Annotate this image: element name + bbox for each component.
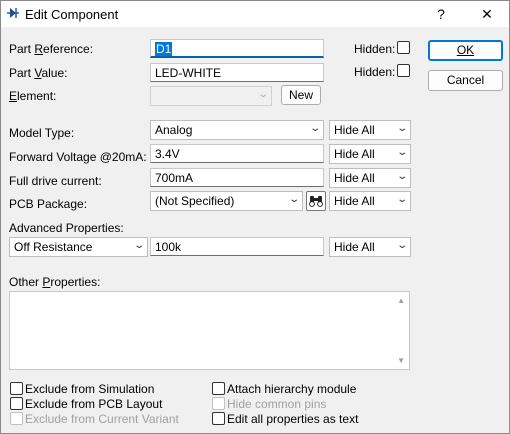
- exclude-variant-label: Exclude from Current Variant: [25, 412, 179, 426]
- exclude-simulation-checkbox[interactable]: [10, 382, 23, 395]
- exclude-pcb-label: Exclude from PCB Layout: [25, 397, 163, 411]
- advanced-property-value-input[interactable]: 100k: [150, 237, 324, 256]
- ok-label: OK: [456, 43, 475, 57]
- chevron-down-icon: ⌄: [395, 194, 408, 205]
- other-properties-label: Other Properties:: [9, 275, 101, 289]
- cancel-button[interactable]: Cancel: [428, 70, 503, 91]
- full-drive-current-visibility-select[interactable]: Hide All ⌄: [329, 168, 411, 188]
- model-type-label: Model Type:: [9, 126, 75, 140]
- close-button[interactable]: ✕: [467, 1, 507, 27]
- exclude-simulation-label: Exclude from Simulation: [25, 382, 155, 396]
- forward-voltage-input[interactable]: 3.4V: [150, 144, 324, 163]
- chevron-down-icon: ⌄: [132, 240, 145, 251]
- part-value-label: Part Value:: [9, 66, 68, 80]
- pcb-package-visibility-select[interactable]: Hide All ⌄: [329, 191, 411, 211]
- title-bar: Edit Component ? ✕: [1, 1, 509, 27]
- scroll-down-icon[interactable]: ▼: [397, 356, 405, 365]
- forward-voltage-visibility-select[interactable]: Hide All ⌄: [329, 144, 411, 164]
- chevron-down-icon: ⌄: [256, 89, 269, 100]
- attach-hierarchy-label: Attach hierarchy module: [227, 382, 357, 396]
- hide-value-checkbox[interactable]: [397, 64, 410, 77]
- advanced-property-visibility-select[interactable]: Hide All ⌄: [329, 237, 411, 257]
- advanced-property-name: Off Resistance: [14, 240, 93, 254]
- element-label: Element:: [9, 89, 57, 103]
- ok-button[interactable]: OK: [428, 40, 503, 61]
- hide-common-pins-label: Hide common pins: [227, 397, 327, 411]
- exclude-pcb-checkbox[interactable]: [10, 397, 23, 410]
- exclude-variant-checkbox[interactable]: [10, 412, 23, 425]
- part-reference-label: Part Reference:: [9, 42, 94, 56]
- forward-voltage-visibility: Hide All: [334, 147, 375, 161]
- component-app-icon: [7, 8, 19, 18]
- hide-common-pins-checkbox[interactable]: [212, 397, 225, 410]
- scroll-up-icon[interactable]: ▲: [397, 296, 405, 305]
- model-type-value: Analog: [155, 123, 193, 137]
- model-type-visibility-select[interactable]: Hide All ⌄: [329, 120, 411, 140]
- hide-reference-checkbox[interactable]: [397, 41, 410, 54]
- chevron-down-icon: ⌄: [395, 147, 408, 158]
- part-reference-value: D1: [155, 42, 173, 56]
- model-type-select[interactable]: Analog ⌄: [150, 120, 324, 140]
- forward-voltage-label: Forward Voltage @20mA:: [9, 150, 147, 164]
- attach-hierarchy-checkbox[interactable]: [212, 382, 225, 395]
- advanced-property-visibility: Hide All: [334, 240, 375, 254]
- help-button[interactable]: ?: [421, 1, 461, 27]
- hidden-label-value: Hidden:: [354, 65, 396, 79]
- other-properties-textarea[interactable]: ▲ ▼: [9, 291, 410, 370]
- pcb-package-select[interactable]: (Not Specified) ⌄: [150, 191, 303, 211]
- hidden-label-reference: Hidden:: [354, 42, 396, 56]
- advanced-property-select[interactable]: Off Resistance ⌄: [9, 237, 148, 257]
- full-drive-current-input[interactable]: 700mA: [150, 168, 324, 187]
- chevron-down-icon: ⌄: [395, 123, 408, 134]
- edit-component-dialog: Edit Component ? ✕ Part Reference: D1 Hi…: [0, 0, 510, 434]
- binoculars-icon: [309, 196, 323, 207]
- edit-all-properties-checkbox[interactable]: [212, 412, 225, 425]
- pcb-package-label: PCB Package:: [9, 197, 88, 211]
- pick-package-button[interactable]: [306, 191, 326, 211]
- advanced-properties-label: Advanced Properties:: [9, 221, 124, 235]
- new-element-button[interactable]: New: [281, 85, 321, 105]
- model-type-visibility: Hide All: [334, 123, 375, 137]
- chevron-down-icon: ⌄: [308, 123, 321, 134]
- pcb-package-visibility: Hide All: [334, 194, 375, 208]
- edit-all-properties-label: Edit all properties as text: [227, 412, 359, 426]
- part-value-input[interactable]: LED-WHITE: [150, 63, 324, 82]
- full-drive-current-visibility: Hide All: [334, 171, 375, 185]
- window-title: Edit Component: [25, 7, 119, 22]
- full-drive-current-label: Full drive current:: [9, 174, 102, 188]
- chevron-down-icon: ⌄: [287, 194, 300, 205]
- element-select[interactable]: ⌄: [150, 86, 272, 106]
- pcb-package-value: (Not Specified): [155, 194, 235, 208]
- part-reference-input[interactable]: D1: [150, 39, 324, 58]
- chevron-down-icon: ⌄: [395, 171, 408, 182]
- chevron-down-icon: ⌄: [395, 240, 408, 251]
